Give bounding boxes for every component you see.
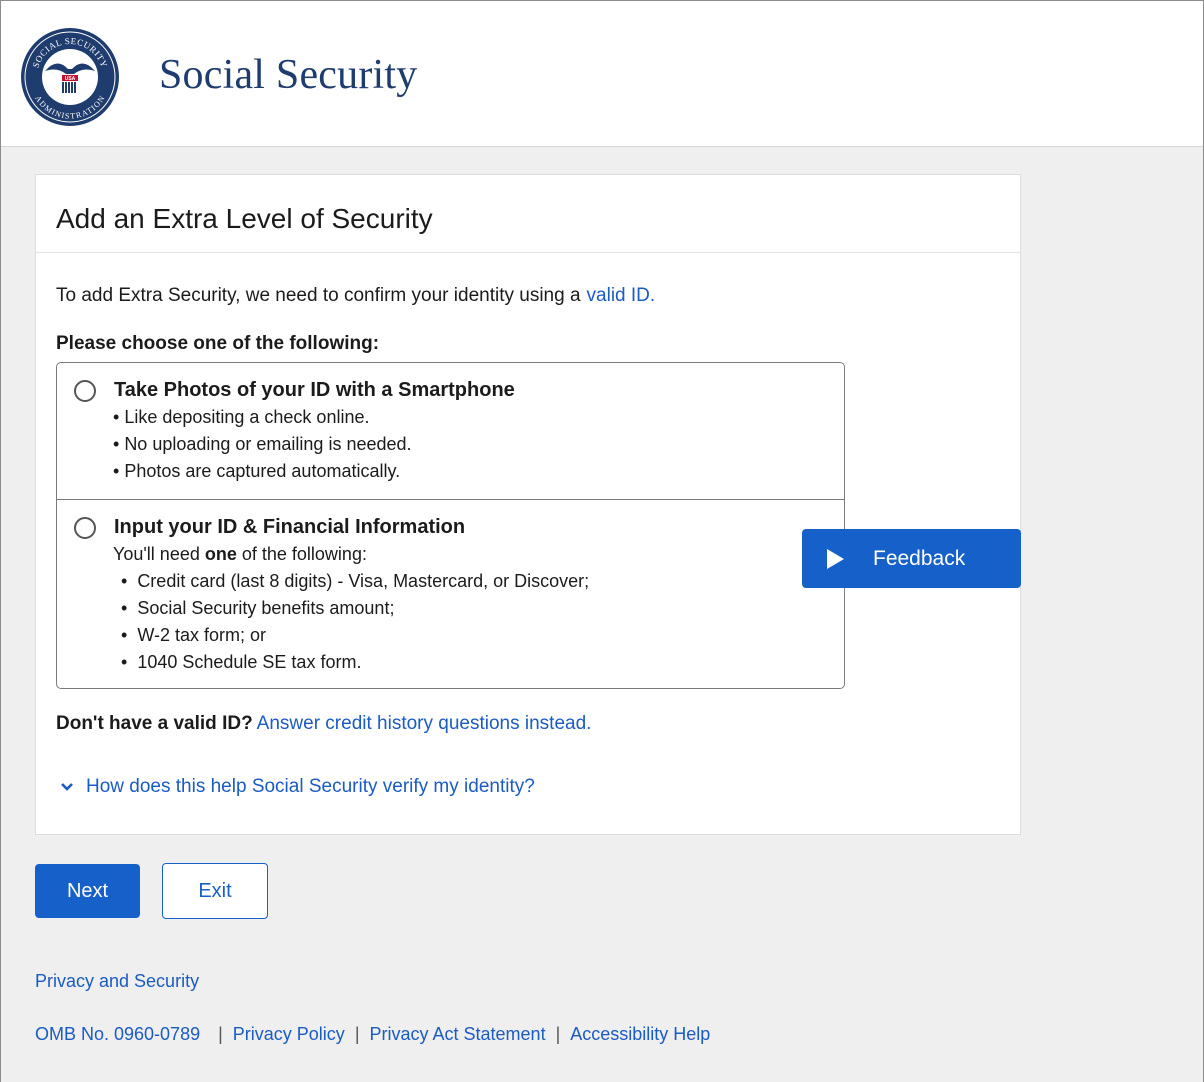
valid-id-link[interactable]: valid ID. [587, 285, 656, 306]
intro-text: To add Extra Security, we need to confir… [56, 285, 655, 307]
list-item: Social Security benefits amount; [113, 595, 844, 622]
no-id-row: Don't have a valid ID? Answer credit hist… [56, 713, 591, 735]
radio-financial[interactable] [74, 517, 96, 539]
feedback-button[interactable]: Feedback [802, 529, 1021, 588]
site-header: SOCIAL SECURITY ADMINISTRATION USA Socia… [1, 0, 1203, 147]
option-financial[interactable]: Input your ID & Financial Information Yo… [57, 500, 844, 676]
chevron-down-icon [61, 783, 73, 791]
extra-security-card: Add an Extra Level of Security To add Ex… [35, 174, 1021, 835]
privacy-act-statement-link[interactable]: Privacy Act Statement [370, 1024, 546, 1045]
how-it-helps-label: How does this help Social Security verif… [86, 776, 535, 797]
next-button[interactable]: Next [35, 864, 140, 918]
brand-title[interactable]: Social Security [159, 51, 417, 99]
ssa-seal-logo[interactable]: SOCIAL SECURITY ADMINISTRATION USA [20, 27, 120, 127]
radio-smartphone[interactable] [74, 380, 96, 402]
option-title: Input your ID & Financial Information [114, 516, 466, 538]
page-title: Add an Extra Level of Security [36, 175, 1020, 253]
how-it-helps-toggle[interactable]: How does this help Social Security verif… [60, 776, 535, 798]
option-bullets: Credit card (last 8 digits) - Visa, Mast… [113, 568, 844, 676]
need-bold: one [204, 544, 237, 564]
list-item: 1040 Schedule SE tax form. [113, 649, 844, 676]
list-item: Credit card (last 8 digits) - Visa, Mast… [113, 568, 844, 595]
option-smartphone[interactable]: Take Photos of your ID with a Smartphone… [57, 363, 844, 500]
list-item: W-2 tax form; or [113, 622, 844, 649]
credit-history-link[interactable]: Answer credit history questions instead. [257, 713, 592, 734]
privacy-policy-link[interactable]: Privacy Policy [233, 1024, 345, 1045]
list-item: No uploading or emailing is needed. [113, 431, 844, 458]
accessibility-help-link[interactable]: Accessibility Help [570, 1024, 710, 1045]
no-id-label: Don't have a valid ID? [56, 713, 253, 734]
footer-separator: | [555, 1024, 561, 1044]
need-suffix: of the following: [236, 544, 367, 564]
option-need-text: You'll need one of the following: [113, 541, 844, 568]
footer-separator: | [354, 1024, 360, 1044]
list-item: Photos are captured automatically. [113, 458, 844, 485]
choose-label: Please choose one of the following: [56, 333, 380, 354]
omb-number-link[interactable]: OMB No. 0960-0789 [35, 1024, 200, 1045]
svg-text:USA: USA [65, 76, 76, 82]
option-title: Take Photos of your ID with a Smartphone [114, 379, 515, 401]
exit-button[interactable]: Exit [162, 863, 268, 919]
intro-text-body: To add Extra Security, we need to confir… [56, 285, 581, 306]
option-bullets: Like depositing a check online. No uploa… [113, 404, 844, 485]
privacy-security-link[interactable]: Privacy and Security [35, 971, 199, 992]
need-prefix: You'll need [113, 544, 205, 564]
footer-links: OMB No. 0960-0789 | Privacy Policy | Pri… [35, 1024, 710, 1045]
play-icon [827, 548, 844, 569]
list-item: Like depositing a check online. [113, 404, 844, 431]
verification-options: Take Photos of your ID with a Smartphone… [56, 362, 845, 689]
footer-separator: | [218, 1024, 223, 1044]
feedback-label: Feedback [873, 546, 966, 570]
